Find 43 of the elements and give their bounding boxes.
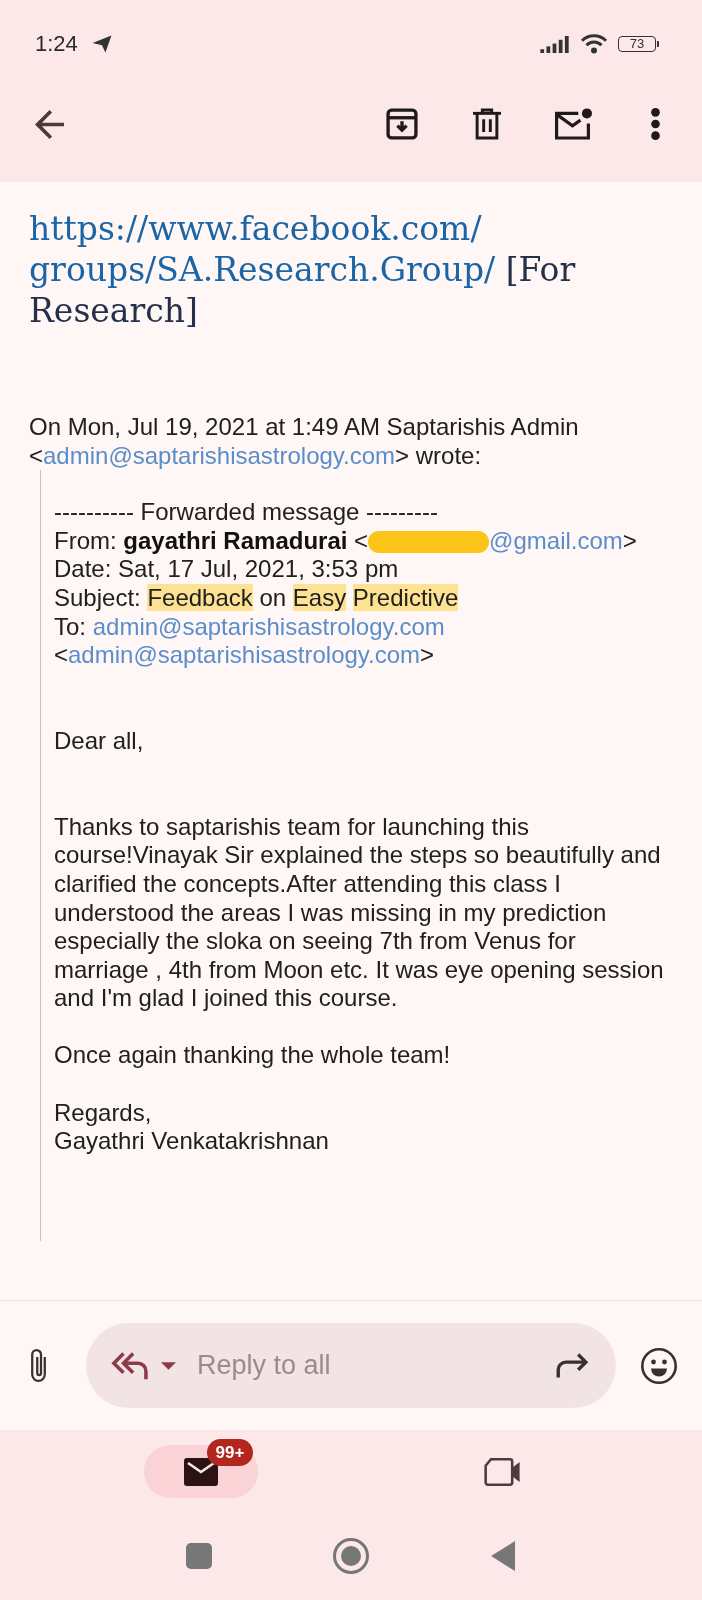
url-link[interactable]: https://www.facebook.com/ xyxy=(29,208,482,249)
recents-icon[interactable] xyxy=(186,1543,212,1569)
mail-dot-icon[interactable] xyxy=(555,108,592,140)
forward-arrow-icon[interactable] xyxy=(556,1352,589,1379)
smiley-icon[interactable] xyxy=(641,1347,677,1384)
signal-icon xyxy=(540,35,569,53)
paperclip-icon[interactable] xyxy=(31,1349,46,1382)
mail-icon xyxy=(183,1457,218,1486)
message-text: Regards, xyxy=(54,1098,153,1128)
caret-icon[interactable] xyxy=(161,1361,176,1370)
reply-field[interactable]: Reply to all xyxy=(197,1347,546,1384)
clock-time: 1:24 xyxy=(35,32,78,56)
message-text: Gayathri Venkatakrishnan xyxy=(54,1127,330,1156)
battery-indicator: 73 xyxy=(618,36,659,52)
message-text: Once again thanking the whole team! xyxy=(54,1041,452,1071)
header-line: ---------- Forwarded message --------- xyxy=(54,498,439,527)
highlighted-word: Predictive xyxy=(352,583,459,611)
back-arrow-icon[interactable] xyxy=(35,109,64,139)
message-text: Thanks to saptarishis team for launching this course!Vinayak Sir explained the steps so beautifully and clarified the concepts.After attending this class I understood the areas I was missing in my prediction especially the sloka on seeing 7th from Venus for marriage , 4th from Moon etc. It was eye opening session and I'm glad I joined this course. xyxy=(54,812,665,1013)
email-link[interactable]: admin@saptarishisastrology.com xyxy=(68,641,421,669)
unread-count-badge: 99+ xyxy=(206,1439,254,1466)
message-text: Dear all, xyxy=(54,726,145,756)
reply-all-icon[interactable] xyxy=(111,1350,148,1381)
video-camera-icon xyxy=(483,1457,520,1486)
url-link[interactable]: groups/SA.Research.Group/ xyxy=(29,250,496,289)
home-icon[interactable] xyxy=(333,1538,369,1574)
more-icon[interactable] xyxy=(651,108,660,140)
header-line: To: admin@saptarishisastrology.com <admin@saptarishisastrology.com> xyxy=(54,612,446,670)
message-text: groups/SA.Research.Group/ [For Research] xyxy=(29,249,577,331)
email-link[interactable]: admin@saptarishisastrology.com xyxy=(43,441,396,469)
email-link[interactable]: @gmail.com xyxy=(489,526,623,554)
back-icon[interactable] xyxy=(491,1541,515,1571)
paper-plane-icon xyxy=(91,35,112,53)
header-line: From: gayathri Ramadurai < @gmail.com> xyxy=(54,526,638,556)
highlighted-word: Easy xyxy=(292,583,347,611)
wifi-icon xyxy=(580,34,608,54)
reply-bar[interactable]: Reply to all xyxy=(86,1323,616,1408)
highlighted-word: Feedback xyxy=(147,583,253,611)
header-line: Date: Sat, 17 Jul, 2021, 3:53 pm xyxy=(54,555,400,584)
quote-attribution: On Mon, Jul 19, 2021 at 1:49 AM Saptarishis Admin <admin@saptarishisastrology.com> wrote: xyxy=(29,413,580,471)
email-link[interactable]: admin@saptarishisastrology.com xyxy=(92,612,445,640)
trash-icon[interactable] xyxy=(473,108,501,140)
header-line: Subject: Feedback on Easy Predictive xyxy=(54,583,460,613)
